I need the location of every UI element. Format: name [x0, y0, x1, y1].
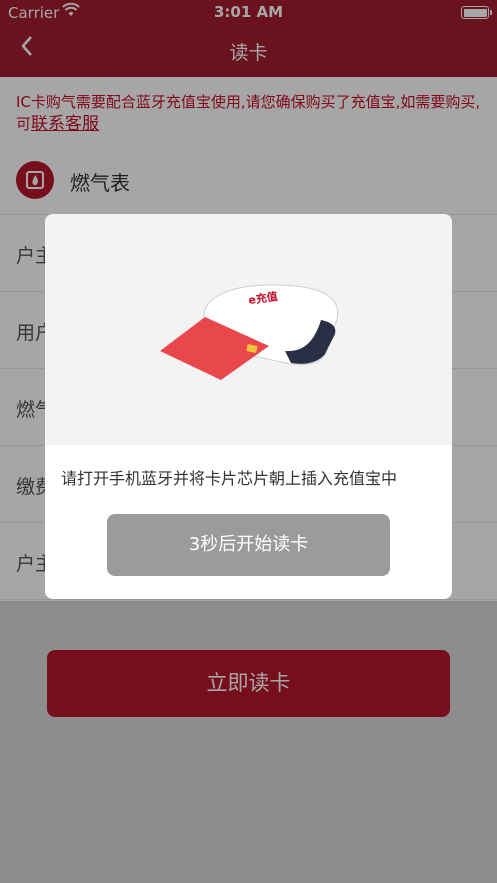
- card-reader-illustration: e充值: [45, 214, 452, 445]
- modal-instruction: 请打开手机蓝牙并将卡片芯片朝上插入充值宝中: [61, 469, 398, 488]
- countdown-button[interactable]: 3秒后开始读卡: [107, 514, 390, 576]
- read-card-modal: e充值 请打开手机蓝牙并将卡片芯片朝上插入充值宝中 3秒后开始读卡: [45, 214, 452, 599]
